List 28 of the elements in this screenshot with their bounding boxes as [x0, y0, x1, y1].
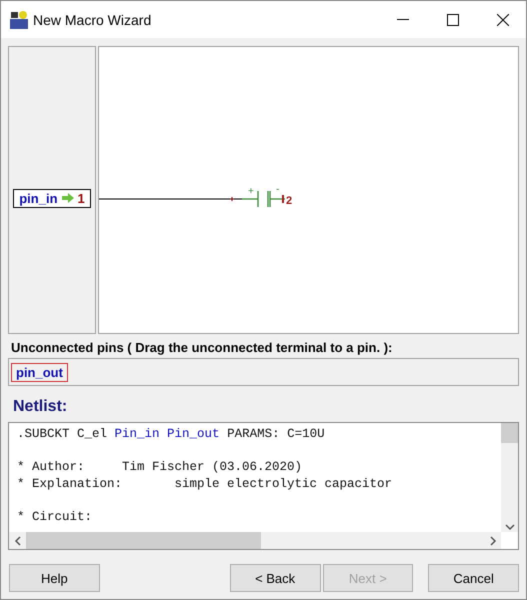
netlist-line: * Author: Tim Fischer (03.06.2020) [17, 459, 304, 476]
netlist-label: Netlist: [13, 398, 68, 416]
horizontal-scrollbar[interactable] [9, 532, 501, 549]
minus-label: - [276, 184, 280, 195]
wizard-button[interactable]: Help [9, 564, 100, 592]
wizard-button[interactable]: < Back [230, 564, 320, 592]
scroll-left-icon[interactable] [12, 536, 22, 546]
scroll-down-icon[interactable] [504, 522, 514, 532]
pin-label[interactable]: pin_in 1 [13, 188, 91, 208]
minimize-icon[interactable] [397, 18, 409, 20]
window-title: New Macro Wizard [33, 12, 152, 28]
netlist-line: .SUBCKT C_el Pin_in Pin_out PARAMS: C=10U [17, 426, 326, 442]
pin-number: 2 [286, 195, 292, 207]
vertical-scrollbar[interactable] [501, 423, 518, 532]
close-icon[interactable] [497, 14, 509, 26]
unconnected-pins-label: Unconnected pins ( Drag the unconnected terminal to a pin. ): [11, 340, 394, 355]
netlist-line: * Circuit: [17, 508, 94, 525]
pin-label[interactable]: pin_out [11, 362, 68, 382]
scroll-thumb[interactable] [501, 423, 518, 443]
maximize-icon[interactable] [447, 14, 459, 26]
scroll-right-icon[interactable] [488, 536, 498, 546]
wizard-button[interactable]: Cancel [428, 564, 519, 592]
netlist-line: * Explanation: simple electrolytic capacitor [17, 476, 394, 492]
plus-label: + [248, 186, 254, 197]
arrow-icon [62, 193, 74, 203]
app-icon [9, 10, 29, 30]
scroll-thumb[interactable] [26, 532, 261, 549]
capacitor-drawing [230, 190, 286, 208]
